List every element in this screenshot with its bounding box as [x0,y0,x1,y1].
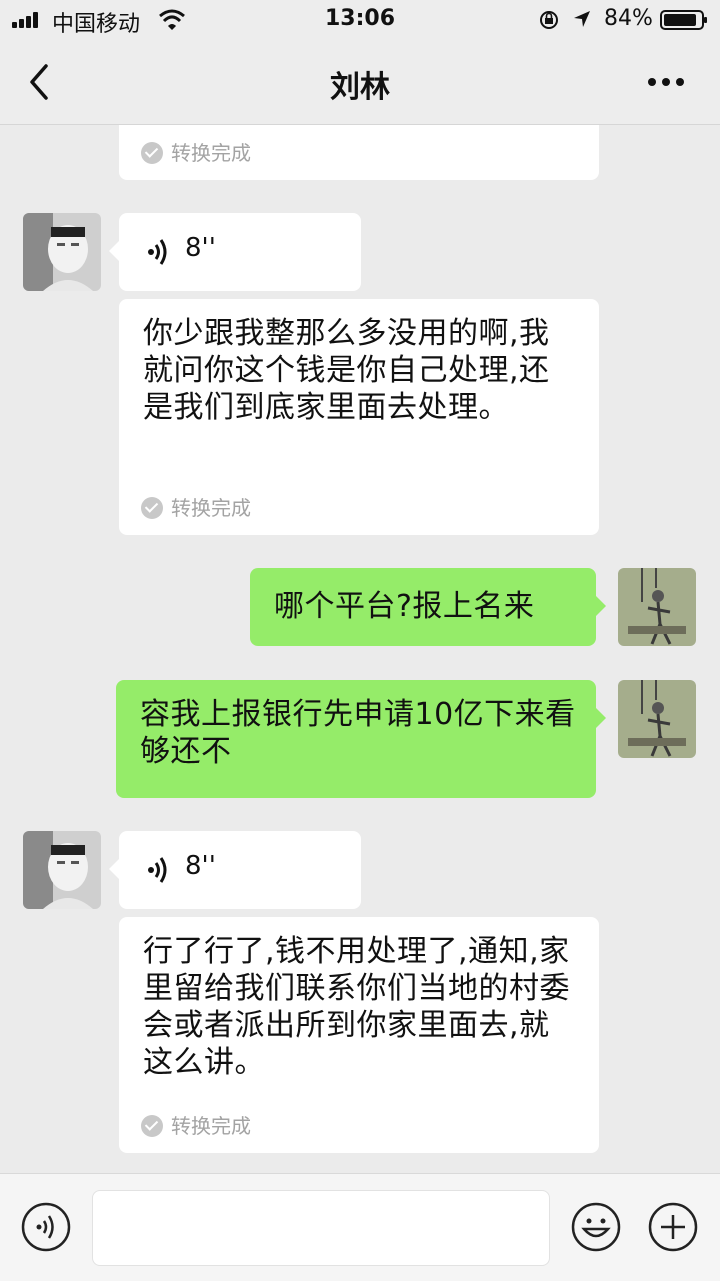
message-text: 容我上报银行先申请10亿下来看够还不 [140,697,576,769]
location-icon [574,11,590,27]
battery-percent: 84% [604,6,653,31]
sent-message[interactable]: 哪个平台?报上名来 [250,568,606,646]
nav-bar: 刘林 [0,40,720,125]
status-bar: 中国移动 13:06 84% [0,0,720,40]
chat-title: 刘林 [330,70,390,105]
transcript-bubble[interactable]: 行了行了,钱不用处理了,通知,家里留给我们联系你们当地的村委会或者派出所到你家里… [119,917,599,1153]
transcript-text: 你少跟我整那么多没用的啊,我就问你这个钱是你自己处理,还是我们到底家里面去处理。 [143,316,550,425]
message-input[interactable] [92,1190,550,1266]
check-icon [141,497,163,519]
voice-wave-icon [148,239,167,265]
conversion-status: 转换完成 [141,137,251,166]
transcript-bubble[interactable]: 转换完成 [119,125,599,180]
conversion-status: 转换完成 [141,492,251,521]
avatar[interactable] [23,831,101,909]
check-icon [141,1115,163,1137]
voice-message[interactable]: 8'' [109,831,361,909]
check-icon [141,142,163,164]
emoji-icon[interactable] [570,1201,622,1253]
sent-message[interactable]: 容我上报银行先申请10亿下来看够还不 [116,680,606,798]
conversion-status: 转换完成 [141,1110,251,1139]
transcript-text: 行了行了,钱不用处理了,通知,家里留给我们联系你们当地的村委会或者派出所到你家里… [143,934,570,1080]
input-bar [0,1173,720,1281]
chat-area[interactable]: 转换完成 8'' 你少跟我整那么多没用的啊,我就问你这个钱是你自己处理,还是我们… [0,125,720,1173]
voice-message[interactable]: 8'' [109,213,361,291]
plus-icon[interactable] [647,1201,699,1253]
transcript-bubble[interactable]: 你少跟我整那么多没用的啊,我就问你这个钱是你自己处理,还是我们到底家里面去处理。… [119,299,599,535]
orientation-lock-icon [540,11,558,29]
message-text: 哪个平台?报上名来 [274,589,535,624]
voice-duration: 8'' [185,851,216,881]
voice-input-icon[interactable] [20,1201,72,1253]
my-avatar[interactable] [618,568,696,646]
avatar[interactable] [23,213,101,291]
my-avatar[interactable] [618,680,696,758]
battery-icon [660,10,707,30]
voice-duration: 8'' [185,233,216,263]
voice-wave-icon [148,857,167,883]
more-icon[interactable] [646,70,686,94]
